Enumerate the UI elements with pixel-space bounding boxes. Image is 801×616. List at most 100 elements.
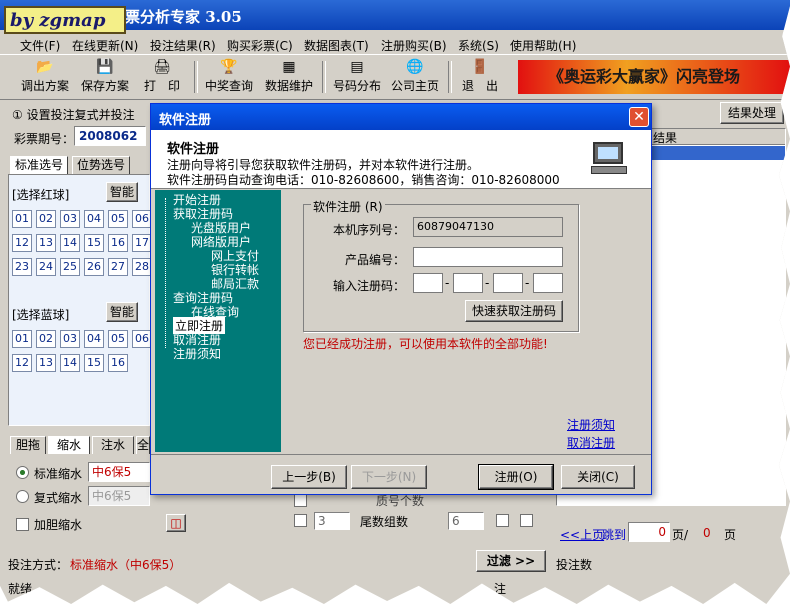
blue-ball[interactable]: 15 xyxy=(84,354,104,372)
tail-group-min[interactable]: 3 xyxy=(314,512,350,530)
fast-get-code-button[interactable]: 快速获取注册码 xyxy=(465,300,563,322)
red-ball[interactable]: 15 xyxy=(84,234,104,252)
prime-count-checkbox[interactable] xyxy=(294,494,307,507)
red-ball[interactable]: 27 xyxy=(108,258,128,276)
trophy-icon: 🏆 xyxy=(220,59,238,75)
data-maintenance-button[interactable]: ▦ 数据维护 xyxy=(262,59,316,95)
blue-ball[interactable]: 16 xyxy=(108,354,128,372)
complex-shrink-select[interactable]: 中6保5 xyxy=(88,486,150,506)
number-distribution-button[interactable]: ▤ 号码分布 xyxy=(330,59,384,95)
code-field-2[interactable] xyxy=(453,273,483,293)
nav-notes[interactable]: 注册须知 xyxy=(173,345,221,362)
page-input[interactable]: 0 xyxy=(628,522,670,542)
code-field-1[interactable] xyxy=(413,273,443,293)
tail-group-checkbox[interactable] xyxy=(294,514,307,527)
blue-ball[interactable]: 02 xyxy=(36,330,56,348)
code-field-4[interactable] xyxy=(533,273,563,293)
menu-file[interactable]: 文件(F) xyxy=(20,37,60,54)
menu-data-charts[interactable]: 数据图表(T) xyxy=(304,37,369,54)
exit-button[interactable]: 🚪 退 出 xyxy=(456,59,504,95)
dialog-header-line2: 软件注册码自动查询电话：010-82608600，销售咨询：010-826080… xyxy=(167,173,560,187)
menu-register-buy[interactable]: 注册购买(B) xyxy=(381,37,447,54)
tab-dan-tuo[interactable]: 胆拖 xyxy=(10,436,46,454)
print-label: 打 印 xyxy=(143,79,180,93)
red-ball[interactable]: 14 xyxy=(60,234,80,252)
blue-ball-label: [选择蓝球] xyxy=(12,308,70,322)
dialog-title-bar[interactable]: 软件注册 ✕ xyxy=(151,104,651,130)
dan-shrink-checkbox[interactable] xyxy=(16,518,29,531)
red-ball[interactable]: 03 xyxy=(60,210,80,228)
menu-help[interactable]: 使用帮助(H) xyxy=(510,37,576,54)
red-ball[interactable]: 04 xyxy=(84,210,104,228)
red-ball[interactable]: 12 xyxy=(12,234,32,252)
red-ball[interactable]: 16 xyxy=(108,234,128,252)
product-field[interactable] xyxy=(413,247,563,267)
menu-bet-results[interactable]: 投注结果(R) xyxy=(150,37,216,54)
menu-system[interactable]: 系统(S) xyxy=(458,37,499,54)
blue-ball[interactable]: 03 xyxy=(60,330,80,348)
red-ball[interactable]: 01 xyxy=(12,210,32,228)
blue-ball[interactable]: 13 xyxy=(36,354,56,372)
serial-label: 本机序列号： xyxy=(333,223,406,237)
tab-shrink[interactable]: 缩水 xyxy=(48,436,90,454)
blue-ball[interactable]: 04 xyxy=(84,330,104,348)
prize-query-button[interactable]: 🏆 中奖查询 xyxy=(202,59,256,95)
toolbar-separator xyxy=(322,61,326,93)
total-pages-value: 0 xyxy=(703,526,711,540)
bet-mode-value: 标准缩水（中6保5） xyxy=(70,558,182,572)
register-button[interactable]: 注册(O) xyxy=(478,464,554,490)
blue-ball[interactable]: 01 xyxy=(12,330,32,348)
red-ball-label: [选择红球] xyxy=(12,188,70,202)
bet-mode-label: 投注方式： xyxy=(8,558,69,572)
red-ball[interactable]: 23 xyxy=(12,258,32,276)
result-process-button[interactable]: 结果处理 xyxy=(720,102,784,124)
blue-smart-button[interactable]: 智能 xyxy=(106,302,138,322)
menu-buy-lottery[interactable]: 购买彩票(C) xyxy=(227,37,293,54)
code-separator: - xyxy=(525,276,530,290)
print-button[interactable]: 🖨 打 印 xyxy=(138,59,186,95)
red-ball[interactable]: 06 xyxy=(132,210,152,228)
company-home-button[interactable]: 🌐 公司主页 xyxy=(388,59,442,95)
period-field[interactable]: 2008062 xyxy=(74,126,146,146)
tab-position-select[interactable]: 位势选号 xyxy=(72,156,130,174)
load-scheme-button[interactable]: 📂 调出方案 xyxy=(18,59,72,95)
dan-picker-button[interactable]: ◫ xyxy=(166,514,186,532)
prev-step-button[interactable]: 上一步(B) xyxy=(271,465,347,489)
complex-shrink-radio[interactable] xyxy=(16,490,29,503)
dan-shrink-label: 加胆缩水 xyxy=(34,518,83,532)
save-scheme-button[interactable]: 💾 保存方案 xyxy=(78,59,132,95)
bet-count-label: 投注数 xyxy=(556,558,593,572)
red-ball[interactable]: 25 xyxy=(60,258,80,276)
blue-ball[interactable]: 12 xyxy=(12,354,32,372)
blue-ball[interactable]: 14 xyxy=(60,354,80,372)
standard-shrink-radio[interactable] xyxy=(16,466,29,479)
tab-all[interactable]: 全 xyxy=(136,436,150,454)
red-ball[interactable]: 24 xyxy=(36,258,56,276)
standard-shrink-select[interactable]: 中6保5 xyxy=(88,462,150,482)
tab-standard-select[interactable]: 标准选号 xyxy=(10,156,68,174)
red-ball[interactable]: 05 xyxy=(108,210,128,228)
red-ball[interactable]: 26 xyxy=(84,258,104,276)
code-field-3[interactable] xyxy=(493,273,523,293)
red-ball[interactable]: 13 xyxy=(36,234,56,252)
next-step-button[interactable]: 下一步(N) xyxy=(351,465,427,489)
cancel-register-link[interactable]: 取消注册 xyxy=(567,434,615,451)
prev-page-link[interactable]: <<上页 xyxy=(560,526,604,543)
tab-inflate[interactable]: 注水 xyxy=(92,436,134,454)
close-icon[interactable]: ✕ xyxy=(629,107,649,127)
wizard-nav: 开始注册 获取注册码 光盘版用户 网络版用户 网上支付 银行转帐 邮局汇款 查询… xyxy=(155,190,281,452)
notes-link[interactable]: 注册须知 xyxy=(567,416,615,433)
promo-banner[interactable]: 《奥运彩大赢家》闪亮登场 xyxy=(518,60,790,94)
tail-option-checkbox-a[interactable] xyxy=(496,514,509,527)
tail-group-max[interactable]: 6 xyxy=(448,512,484,530)
filter-button[interactable]: 过滤 >> xyxy=(476,550,546,572)
red-ball[interactable]: 28 xyxy=(132,258,152,276)
menu-online-update[interactable]: 在线更新(N) xyxy=(72,37,138,54)
red-smart-button[interactable]: 智能 xyxy=(106,182,138,202)
blue-ball[interactable]: 05 xyxy=(108,330,128,348)
tail-option-checkbox-b[interactable] xyxy=(520,514,533,527)
red-ball[interactable]: 17 xyxy=(132,234,152,252)
red-ball[interactable]: 02 xyxy=(36,210,56,228)
close-button[interactable]: 关闭(C) xyxy=(561,465,635,489)
blue-ball[interactable]: 06 xyxy=(132,330,152,348)
